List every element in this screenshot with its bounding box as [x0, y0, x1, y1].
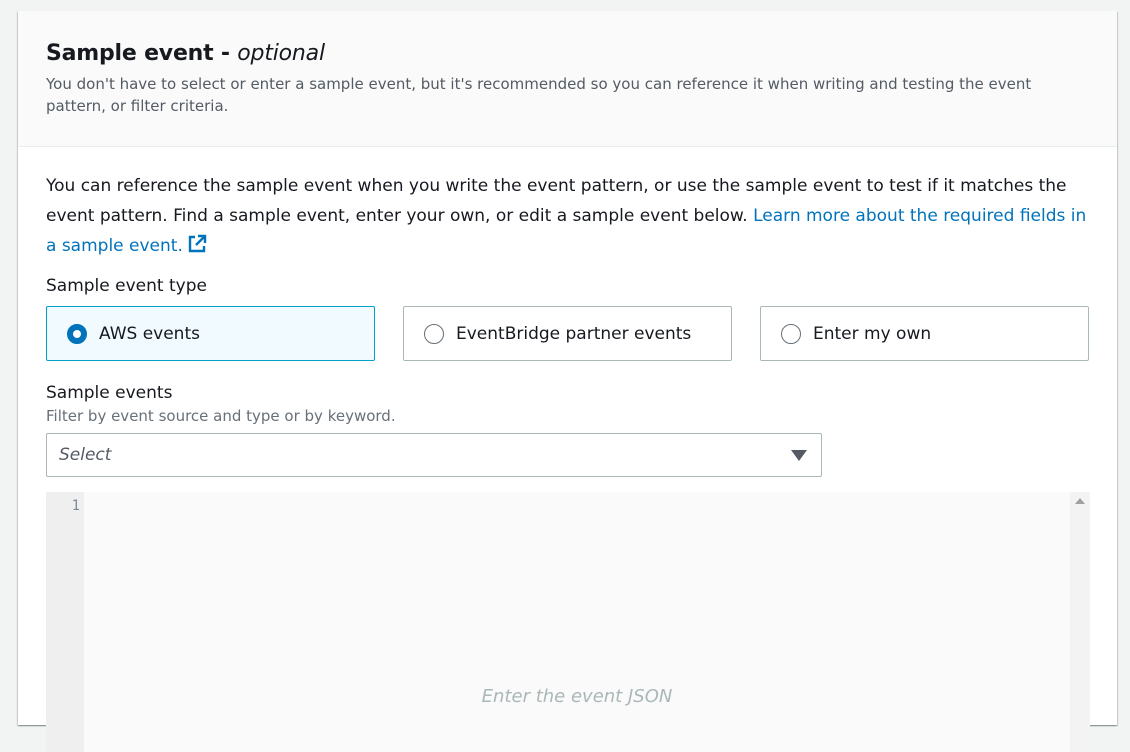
radio-unselected-icon: [424, 323, 444, 344]
optional-label: optional: [237, 41, 325, 66]
event-json-editor[interactable]: 1 Enter the event JSON: [46, 492, 1090, 752]
sample-events-select[interactable]: Select: [46, 433, 822, 477]
select-placeholder: Select: [59, 445, 112, 465]
radio-eventbridge-partner-events[interactable]: EventBridge partner events: [403, 306, 732, 361]
radio-enter-my-own[interactable]: Enter my own: [760, 306, 1089, 361]
editor-scrollbar[interactable]: [1070, 492, 1090, 752]
sample-event-type-label: Sample event type: [46, 276, 207, 296]
sample-event-type-radio-group: AWS events EventBridge partner events En…: [46, 306, 1089, 361]
panel-title: Sample event - optional: [46, 39, 1089, 69]
panel-description: You don't have to select or enter a samp…: [46, 75, 1032, 115]
editor-placeholder: Enter the event JSON: [481, 686, 673, 707]
panel-body: You can reference the sample event when …: [18, 147, 1117, 752]
editor-text-area[interactable]: Enter the event JSON: [84, 492, 1070, 752]
radio-label: EventBridge partner events: [456, 323, 692, 344]
sample-events-hint: Filter by event source and type or by ke…: [46, 407, 396, 425]
intro-paragraph: You can reference the sample event when …: [46, 171, 1091, 264]
radio-label: AWS events: [99, 323, 200, 344]
sample-event-panel: Sample event - optional You don't have t…: [18, 11, 1117, 752]
radio-unselected-icon: [781, 323, 801, 344]
caret-down-icon: [791, 449, 807, 461]
panel-title-text: Sample event -: [46, 41, 238, 66]
radio-label: Enter my own: [813, 323, 932, 344]
radio-aws-events[interactable]: AWS events: [46, 306, 375, 361]
scroll-up-arrow-icon[interactable]: [1075, 498, 1085, 504]
sample-events-label: Sample events: [46, 383, 173, 403]
panel-header: Sample event - optional You don't have t…: [18, 11, 1117, 147]
line-number: 1: [71, 498, 80, 514]
external-link-icon: [187, 234, 207, 264]
radio-selected-icon: [67, 323, 87, 344]
editor-gutter: 1: [46, 492, 84, 752]
